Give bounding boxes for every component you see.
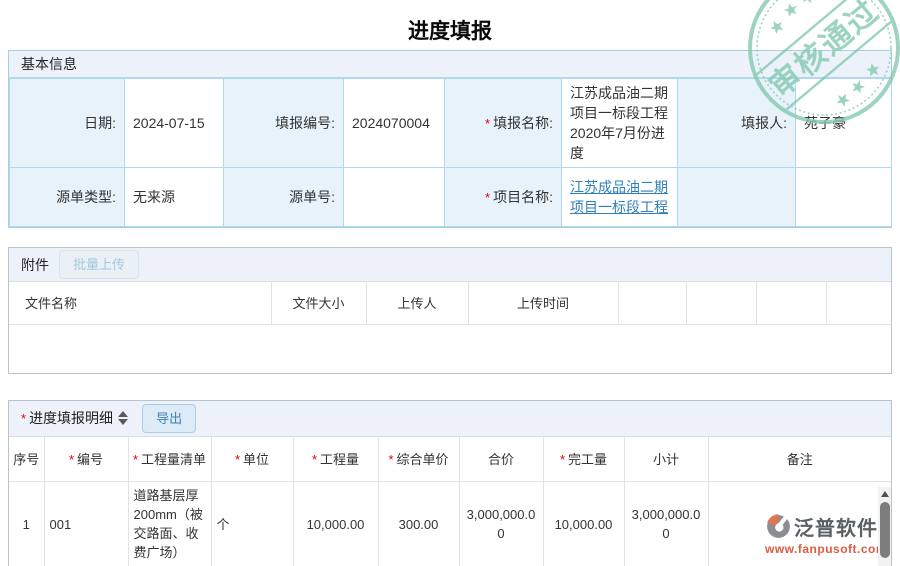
source-number-label: 源单号: [223,167,344,227]
col-empty-3 [755,282,827,325]
reporter-value: 苑子豪 [795,78,892,168]
attachments-header-row: 文件名称 文件大小 上传人 上传时间 [9,282,891,325]
cell-total-price: 3,000,000.00 [458,481,544,566]
page-title: 进度填报 [408,20,492,43]
attachments-header-bar: 附件 批量上传 [9,248,891,282]
col-file-name: 文件名称 [9,282,272,325]
project-name-label: * 项目名称: [444,167,562,227]
required-asterisk: * [234,452,241,468]
col-subtotal: 小计 [623,436,709,482]
required-asterisk: * [68,452,75,468]
col-file-size: 文件大小 [270,282,367,325]
export-button[interactable]: 导出 [142,403,197,433]
batch-upload-button[interactable]: 批量上传 [59,250,140,279]
cell-unit-price: 300.00 [377,481,460,566]
report-number-value: 2024070004 [343,78,445,168]
detail-section: * 进度填报明细 导出 序号 * 编号 * 工程量清单 * 单位 * 工程量 *… [8,399,892,566]
cell-code: 001 [43,481,129,566]
basic-info-row-1: 日期: 2024-07-15 填报编号: 2024070004 * 填报名称: 江… [9,78,892,168]
basic-info-header-bar: 基本信息 [9,51,891,78]
date-label: 日期: [9,78,125,168]
empty-value-cell [795,167,892,227]
cell-remark [707,481,891,566]
col-empty-2 [685,282,757,325]
col-unit: * 单位 [210,436,294,482]
required-asterisk: * [132,452,139,468]
col-completed: * 完工量 [542,436,625,482]
attachments-table: 文件名称 文件大小 上传人 上传时间 [9,282,891,325]
required-asterisk: * [559,452,566,468]
project-name-value: 江苏成品油二期项目一标段工程 [561,167,678,227]
arrow-up-icon [880,491,889,497]
detail-data-row[interactable]: 1 001 道路基层厚200mm（被交路面、收费广场） 个 10,000.00 … [9,481,891,566]
required-asterisk: * [21,410,27,426]
detail-title: 进度填报明细 [29,410,114,426]
col-unit-price: * 综合单价 [377,436,460,482]
col-total-price: 合价 [458,436,544,482]
col-seq: 序号 [9,436,45,482]
source-type-label: 源单类型: [9,167,125,227]
required-asterisk: * [311,452,318,468]
required-asterisk: * [485,115,491,131]
cell-boq-item: 道路基层厚200mm（被交路面、收费广场） [127,481,212,566]
cell-subtotal: 3,000,000.00 [623,481,709,566]
basic-info-section: 基本信息 日期: 2024-07-15 填报编号: 2024070004 * 填… [8,50,892,228]
col-upload-time: 上传时间 [467,282,619,325]
report-number-label: 填报编号: [223,78,344,168]
col-code: * 编号 [43,436,129,482]
scroll-up-button[interactable] [878,487,891,501]
col-quantity: * 工程量 [292,436,379,482]
empty-label-cell [677,167,796,227]
source-type-value: 无来源 [124,167,224,227]
report-name-label: * 填报名称: [444,78,562,168]
detail-table: 序号 * 编号 * 工程量清单 * 单位 * 工程量 * 综合单价 合价 * 完工量 小计 [9,436,891,566]
cell-completed: 10,000.00 [542,481,625,566]
required-asterisk: * [388,452,394,468]
col-uploader: 上传人 [365,282,469,325]
report-name-value: 江苏成品油二期项目一标段工程2020年7月份进度 [561,78,678,168]
cell-quantity: 10,000.00 [292,481,379,566]
date-value: 2024-07-15 [124,78,224,168]
collapse-toggle-icon[interactable] [118,411,129,425]
cell-unit: 个 [210,481,294,566]
cell-seq: 1 [9,481,45,566]
col-boq-item: * 工程量清单 [127,436,212,482]
detail-header-row: 序号 * 编号 * 工程量清单 * 单位 * 工程量 * 综合单价 合价 * 完工量 小计 [9,436,891,482]
project-name-link[interactable]: 江苏成品油二期项目一标段工程 [570,179,668,215]
basic-info-table: 日期: 2024-07-15 填报编号: 2024070004 * 填报名称: 江… [9,78,892,227]
source-number-value [343,167,445,227]
progress-report-page: 进度填报 基本信息 日期: 2024-07-15 填报编号: 202407000… [0,0,900,566]
reporter-label: 填报人: [677,78,796,168]
required-asterisk: * [485,189,491,205]
scrollbar-thumb[interactable] [879,502,890,558]
basic-info-title: 基本信息 [21,56,77,72]
col-empty-4 [825,282,891,325]
detail-scrollbar[interactable] [878,487,891,566]
attachments-section: 附件 批量上传 文件名称 文件大小 上传人 上传时间 [8,247,892,374]
attachments-title: 附件 [21,256,49,273]
basic-info-row-2: 源单类型: 无来源 源单号: * 项目名称: 江苏成品油二期项目一标段工程 [9,167,892,227]
col-remark: 备注 [707,436,891,482]
col-empty-1 [617,282,687,325]
attachments-empty-area [9,324,891,373]
detail-header-bar: * 进度填报明细 导出 [9,400,891,437]
